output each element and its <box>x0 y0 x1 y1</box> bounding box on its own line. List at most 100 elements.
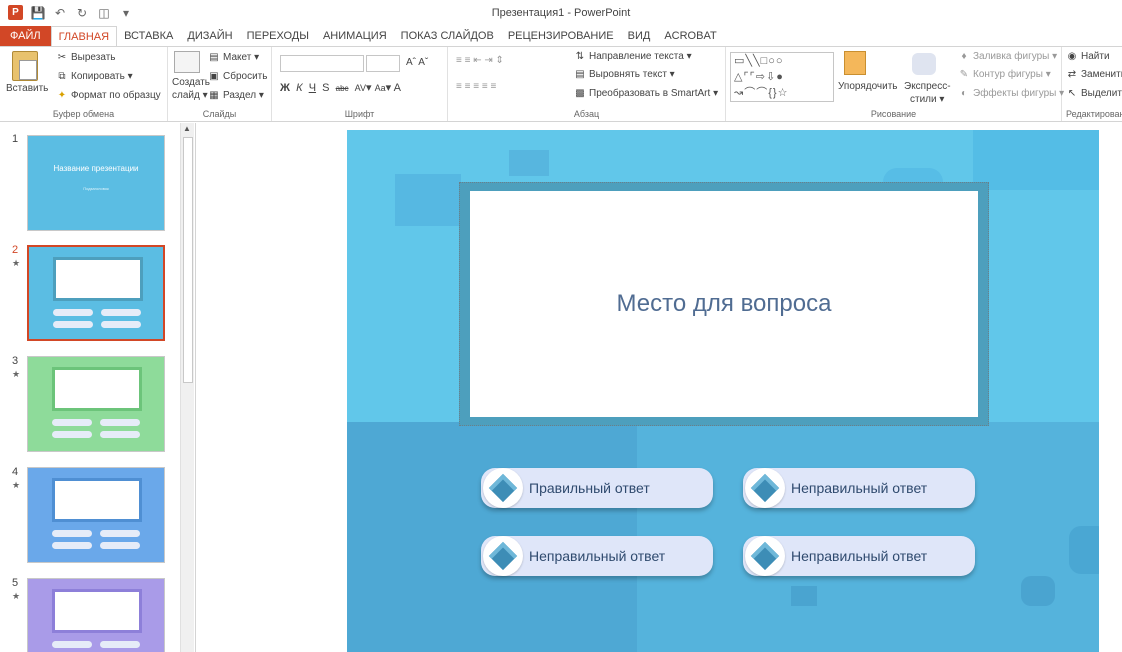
tab-view[interactable]: ВИД <box>621 26 658 46</box>
select-button[interactable]: ↖Выделить <box>1066 88 1122 99</box>
section-button[interactable]: ▦ Раздел ▾ <box>208 90 264 101</box>
drawing-group-label: Рисование <box>870 109 917 119</box>
slide-thumbnail-1[interactable]: Название презентации Подзаголовок <box>27 135 165 231</box>
drawing-group: ▭╲╲□○○ △⌜⌜⇨⇩● ↝⌒⌒{}☆ Упорядочить Экспресс-… <box>726 47 1064 121</box>
tab-transitions[interactable]: ПЕРЕХОДЫ <box>240 26 316 46</box>
underline-button[interactable]: Ч <box>309 82 316 94</box>
shapes-gallery[interactable]: ▭╲╲□○○ △⌜⌜⇨⇩● ↝⌒⌒{}☆ <box>730 52 834 102</box>
slide-thumbnail-2[interactable] <box>27 245 165 341</box>
shape-fill-button[interactable]: ♦ Заливка фигуры ▾ <box>958 51 1057 62</box>
answer-marker <box>745 468 785 508</box>
scroll-up-icon[interactable]: ▲ <box>183 124 191 133</box>
answer-label: Правильный ответ <box>529 480 650 496</box>
new-slide-label2[interactable]: слайд ▾ <box>172 90 208 101</box>
arrange-icon <box>844 51 866 75</box>
format-painter-button[interactable]: ✦ Формат по образцу <box>56 90 161 101</box>
slide-thumbnail-3[interactable] <box>27 356 165 452</box>
thumbnail-answer <box>52 530 92 537</box>
grow-font-icon[interactable]: Aˆ Aˇ <box>406 57 428 68</box>
thumbnail-scrollbar[interactable]: ▲ <box>180 123 194 652</box>
answer-label: Неправильный ответ <box>529 548 666 564</box>
paragraph-group: ≡ ≡ ⇤ ⇥ ⇕ ≡ ≡ ≡ ≡ ≡ ⇅ Направление текста … <box>448 47 726 121</box>
thumbnail-question-box <box>52 478 142 522</box>
font-size-select[interactable] <box>366 55 400 72</box>
current-slide[interactable]: Место для вопроса Правильный ответ Непра… <box>347 130 1099 652</box>
font-name-select[interactable] <box>280 55 364 72</box>
animation-star-icon: ★ <box>12 591 21 601</box>
tab-animation[interactable]: АНИМАЦИЯ <box>316 26 394 46</box>
tab-acrobat[interactable]: ACROBAT <box>657 26 723 46</box>
smartart-icon: ▩ <box>575 88 585 99</box>
new-slide-button[interactable]: Создать <box>172 77 210 88</box>
thumbnail-title: Название презентации <box>53 164 139 173</box>
shape-effects-button[interactable]: ◐ Эффекты фигуры ▾ <box>958 88 1064 99</box>
italic-button[interactable]: К <box>296 82 302 94</box>
layout-button[interactable]: ▤ Макет ▾ <box>208 52 259 63</box>
answer-label: Неправильный ответ <box>791 480 928 496</box>
thumbnail-answer <box>100 530 140 537</box>
thumbnail-answer <box>53 321 93 328</box>
slide-bg-rounded <box>1069 526 1099 574</box>
tab-file[interactable]: ФАЙЛ <box>0 26 51 46</box>
cut-button[interactable]: ✂ Вырезать <box>56 52 116 63</box>
replace-button[interactable]: ⇄ Заменить <box>1066 69 1122 80</box>
strike-button[interactable]: abc <box>336 84 349 93</box>
paragraph-group-label: Абзац <box>573 109 600 119</box>
slide-bg-square <box>973 130 1099 190</box>
tab-slideshow[interactable]: ПОКАЗ СЛАЙДОВ <box>394 26 501 46</box>
reset-button[interactable]: ▣ Сбросить <box>208 71 267 82</box>
effects-icon: ◐ <box>960 88 968 99</box>
scroll-thumb[interactable] <box>183 137 193 383</box>
reset-icon: ▣ <box>209 71 219 82</box>
answer-button-1[interactable]: Правильный ответ <box>481 468 713 508</box>
list-buttons-icon[interactable]: ≡ ≡ ⇤ ⇥ ⇕ <box>456 55 504 66</box>
tab-home[interactable]: ГЛАВНАЯ <box>50 25 118 47</box>
question-placeholder[interactable]: Место для вопроса <box>470 191 978 417</box>
thumbnail-answer <box>100 641 140 648</box>
answer-marker <box>483 536 523 576</box>
bold-button[interactable]: Ж <box>280 82 290 94</box>
answer-button-4[interactable]: Неправильный ответ <box>743 536 975 576</box>
tab-design[interactable]: ДИЗАЙН <box>180 26 239 46</box>
cursor-icon: ↖ <box>1067 88 1077 99</box>
paste-icon[interactable] <box>12 51 38 81</box>
shadow-button[interactable]: S <box>322 82 329 94</box>
section-icon: ▦ <box>209 90 219 101</box>
question-frame[interactable]: Место для вопроса <box>459 182 989 426</box>
slide-editor: Место для вопроса Правильный ответ Непра… <box>197 123 1122 652</box>
slide-thumbnail-4[interactable] <box>27 467 165 563</box>
smartart-button[interactable]: ▩ Преобразовать в SmartArt ▾ <box>574 88 718 99</box>
answer-button-2[interactable]: Неправильный ответ <box>743 468 975 508</box>
arrange-button[interactable]: Упорядочить <box>838 81 898 92</box>
text-direction-button[interactable]: ⇅ Направление текста ▾ <box>574 51 692 62</box>
find-button[interactable]: ◉ Найти <box>1066 51 1110 62</box>
answer-marker <box>745 536 785 576</box>
clipboard-group-label: Буфер обмена <box>52 109 115 119</box>
char-spacing-button[interactable]: AV <box>355 83 366 93</box>
paint-bucket-icon: ♦ <box>961 51 967 62</box>
align-text-icon: ▤ <box>575 69 585 80</box>
thumbnail-answer <box>52 641 92 648</box>
thumbnail-answer <box>52 542 92 549</box>
paste-button[interactable]: Вставить <box>6 83 48 94</box>
copy-button[interactable]: ⧉ Копировать ▾ <box>56 71 132 82</box>
shape-outline-button[interactable]: ✎ Контур фигуры ▾ <box>958 69 1051 80</box>
slide-thumbnail-5[interactable] <box>27 578 165 652</box>
binoculars-icon: ◉ <box>1067 51 1077 62</box>
thumbnail-answer <box>52 419 92 426</box>
font-group-label: Шрифт <box>344 109 375 119</box>
pencil-icon: ✎ <box>959 69 969 80</box>
tab-insert[interactable]: ВСТАВКА <box>117 26 180 46</box>
tab-review[interactable]: РЕЦЕНЗИРОВАНИЕ <box>501 26 621 46</box>
quick-styles-button[interactable]: Экспресс- <box>904 81 951 92</box>
title-bar: P 💾 ↶ ↻ ◫ ▾ Презентация1 - PowerPoint <box>0 0 1122 26</box>
slide-bg-square <box>395 174 461 226</box>
font-color-button[interactable]: A <box>394 82 401 94</box>
answer-button-3[interactable]: Неправильный ответ <box>481 536 713 576</box>
change-case-button[interactable]: Aa <box>375 83 386 93</box>
align-buttons-icon[interactable]: ≡ ≡ ≡ ≡ ≡ <box>456 81 496 92</box>
slide-bg-rounded <box>1021 576 1055 606</box>
animation-star-icon: ★ <box>12 480 21 490</box>
quick-styles-label2[interactable]: стили ▾ <box>910 94 944 105</box>
align-text-button[interactable]: ▤ Выровнять текст ▾ <box>574 69 674 80</box>
